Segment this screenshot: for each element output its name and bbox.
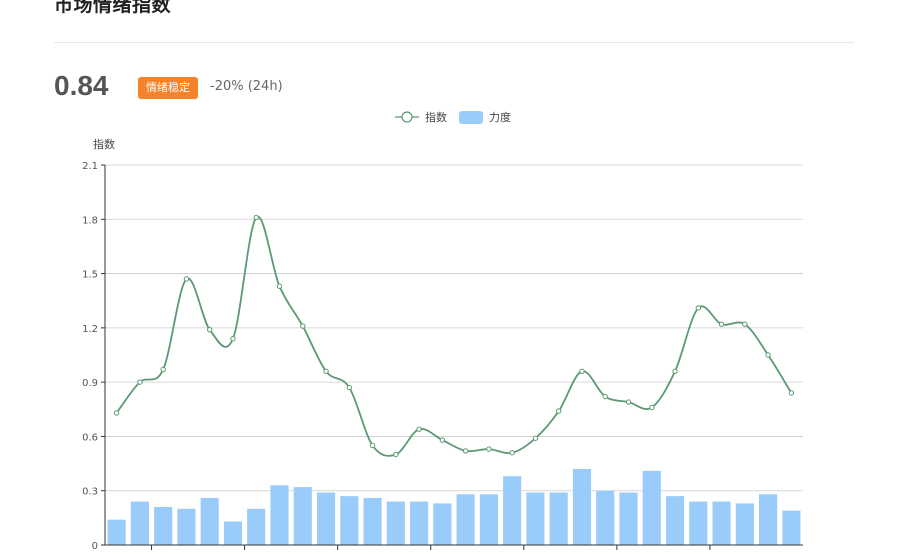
bar [479,494,498,545]
line-point [393,451,399,458]
bar [549,492,568,545]
line-point [369,442,376,449]
line-point [230,336,236,342]
y-tick-label: 0 [92,541,98,552]
y-tick-label: 1.5 [82,270,98,281]
line-point [183,276,190,282]
bar [177,508,196,545]
y-tick-label: 0.6 [82,432,98,443]
bar [596,490,615,545]
index-line [115,215,793,457]
line-point [113,410,120,416]
line-point [253,214,259,221]
bar [340,496,359,545]
line-point [788,390,795,396]
y-tick-label: 0.9 [82,378,98,389]
bar [247,508,266,545]
bar [363,497,382,545]
bar [503,476,522,545]
bar [526,492,545,545]
bar [735,503,754,545]
bar [316,492,336,545]
line-point [695,305,701,311]
line-point [579,368,585,374]
bar [759,494,778,545]
line-point [276,283,283,289]
line-point [300,323,306,329]
bar [433,503,452,545]
line-point [323,368,329,374]
y-tick-label: 1.8 [82,215,98,226]
bar [200,497,219,545]
y-axis-title: 指数 [93,137,115,151]
bar [293,487,312,545]
bar [782,510,801,545]
bar [712,501,731,545]
line-point [137,379,143,385]
bar [619,492,638,545]
line-point [207,326,213,333]
bar [130,501,149,545]
line-point [532,435,539,441]
bar [223,521,243,545]
line-point [509,450,515,456]
line-point [160,366,166,373]
bar [386,501,405,545]
line-point [486,446,492,452]
bar [456,494,475,545]
line-point [649,404,655,411]
bar [642,470,661,545]
y-tick-label: 0.3 [82,487,98,498]
bar [154,507,173,545]
line-point [602,393,608,400]
combo-chart: 指数 0 0.3 0.6 0.9 1.2 1.5 1.8 2.1 [82,137,803,552]
line-point [718,321,725,327]
line-point [742,321,748,327]
bar [410,501,429,545]
y-tick-label: 2.1 [82,161,98,172]
bar [572,469,592,545]
bar [270,485,289,545]
line-point [346,384,352,391]
line-point [462,448,469,454]
line-point [765,352,771,358]
y-tick-label: 1.2 [82,324,98,335]
line-point [672,368,678,374]
line-point [439,437,446,443]
line-point [416,426,422,432]
bar [689,501,708,545]
line-point [625,399,632,405]
bar [665,496,685,545]
line-point [556,408,562,414]
bar [107,519,126,545]
